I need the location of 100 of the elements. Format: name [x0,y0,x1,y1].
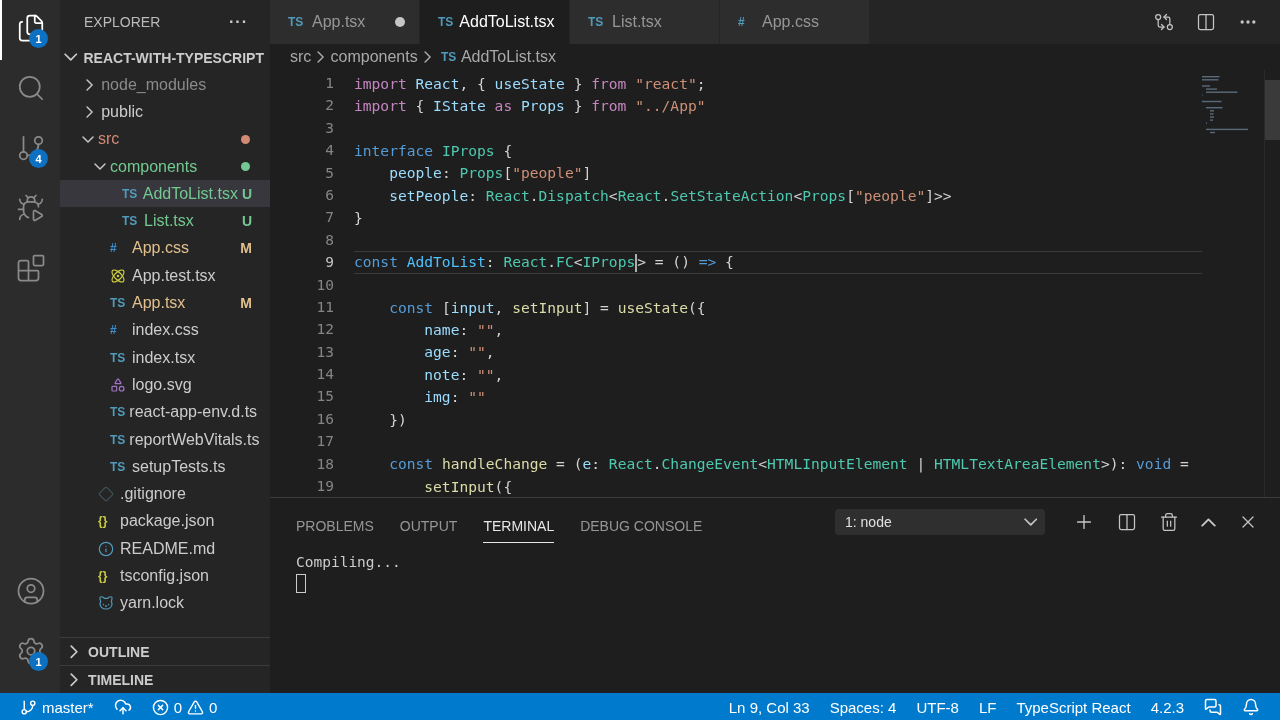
account-icon [16,576,46,607]
file-name: reportWebVitals.ts [129,430,260,449]
file-tree-item[interactable]: TS AddToList.tsx U [60,180,270,208]
panel-tab[interactable]: TERMINAL [483,505,555,543]
file-tree-item[interactable]: App.test.tsx [60,262,270,290]
file-tree-item[interactable]: public [60,98,270,126]
warning-count[interactable]: 0 [209,698,218,716]
file-name: tsconfig.json [120,567,210,585]
atom-icon [110,267,126,284]
file-type-label: TS [110,296,127,310]
status-item[interactable]: 4.2.3 [1150,698,1184,716]
info-icon [98,540,114,557]
status-item[interactable]: UTF-8 [916,698,959,716]
file-name: setupTests.ts [132,457,227,476]
file-type-label: TS [288,15,305,29]
status-item[interactable]: TypeScript React [1016,698,1131,716]
line-number: 3 [324,118,334,138]
terminal-select[interactable]: 1: node [835,509,1045,536]
file-tree-item[interactable]: .gitignore [60,480,270,508]
code-line: age: "", [423,343,495,361]
error-count[interactable]: 0 [173,698,183,716]
trash-icon[interactable] [1159,512,1179,533]
bell-icon[interactable] [1242,698,1260,717]
line-number: 16 [315,409,334,429]
file-tree-item[interactable]: TS setupTests.ts [60,453,270,481]
file-type-label: TS [110,459,127,474]
file-tree-item[interactable]: src [60,125,270,153]
file-name: index.css [132,321,200,340]
code-line: import React, { useState } from "react"; [354,74,706,92]
file-type-label: TS [438,15,454,29]
editor-tab[interactable]: TS App.tsx [270,0,420,44]
file-type-label: TS [110,405,126,420]
file-name: react-app-env.d.ts [129,403,258,422]
file-tree-item[interactable]: TS List.tsx U [60,207,270,235]
split-editor-icon[interactable] [1196,12,1216,32]
count-badge: 1 [29,29,48,48]
file-tree-item[interactable]: {} tsconfig.json [60,562,270,590]
file-tree-item[interactable]: TS reportWebVitals.ts [60,425,270,454]
git-status: M [240,240,252,257]
line-number: 14 [315,365,334,385]
code-line: people: Props["people"] [388,164,592,182]
cat-icon [98,595,114,612]
status-item[interactable]: Ln 9, Col 33 [728,698,810,716]
split-terminal-icon[interactable] [1117,512,1137,533]
file-tree-item[interactable]: # index.css [60,316,270,344]
run-debug-icon [16,193,46,223]
chevron-down-icon [64,53,78,62]
file-tree-item[interactable]: node_modules [60,71,270,99]
file-tree-item[interactable]: logo.svg [60,371,270,399]
line-number: 11 [315,297,334,317]
file-type-label: # [110,241,118,256]
code-line: setPeople: React.Dispatch<React.SetStateAction<Props["people"]>> [388,186,952,204]
breadcrumb-item[interactable]: AddToList.tsx [460,48,557,66]
workspace-folder-header[interactable]: REACT-WITH-TYPESCRIPT [60,44,270,71]
file-tree-item[interactable]: components [60,152,270,181]
status-item[interactable]: Spaces: 4 [829,698,897,716]
line-number: 2 [324,96,334,116]
branch-name[interactable]: master* [42,698,94,716]
code-line: name: "", [423,321,504,338]
git-status: M [240,295,252,311]
panel-tab[interactable]: PROBLEMS [296,505,374,543]
file-tree-item[interactable]: {} package.json [60,507,270,536]
file-type-label: {} [98,514,109,529]
file-tree-item[interactable]: README.md [60,535,270,563]
panel-tab[interactable]: DEBUG CONSOLE [580,505,703,543]
line-number: 9 [324,253,334,273]
file-tree-item[interactable]: TS react-app-env.d.ts [60,398,270,426]
file-name: node_modules [101,75,208,94]
sidebar-title: EXPLORER [84,14,161,30]
file-tree-item[interactable]: yarn.lock [60,589,270,617]
file-tree-item[interactable]: # App.css M [60,234,270,263]
file-tree-item[interactable]: TS App.tsx M [60,289,270,317]
editor-tab[interactable]: TS List.tsx [570,0,720,44]
diamond-icon [98,486,114,503]
file-tree-item[interactable]: TS index.tsx [60,343,270,372]
code-line: }) [388,410,407,428]
terminal-cursor [296,574,306,594]
activity-bar-item[interactable]: 4 [0,116,60,180]
status-item[interactable]: LF [978,698,997,716]
editor-tab[interactable]: TS AddToList.tsx [420,0,570,44]
terminal-output: Compiling... [296,554,402,573]
editor-tab[interactable]: # App.css [720,0,870,44]
panel-tab[interactable]: OUTPUT [399,505,458,543]
feedback-icon[interactable] [1204,698,1222,717]
breadcrumb-item[interactable]: components [330,48,418,66]
file-type-label: {} [98,569,109,583]
code-line: const [input, setInput] = useState({ [388,298,706,316]
chevron-right-icon [423,51,431,63]
line-number: 6 [324,185,334,205]
breadcrumb-item[interactable]: src [290,48,312,66]
activity-bar-item[interactable]: 1 [0,619,60,684]
file-name: README.md [120,539,217,558]
file-type-label: TS [440,50,458,64]
cloud-upload-icon[interactable] [113,698,132,717]
shapes-icon [110,376,126,393]
more-actions-button[interactable]: ··· [229,13,248,31]
compare-changes-icon[interactable] [1154,12,1174,32]
scrollbar-thumb[interactable] [1265,80,1280,140]
git-status: U [241,213,252,230]
chevron-up-icon[interactable] [1201,517,1216,527]
